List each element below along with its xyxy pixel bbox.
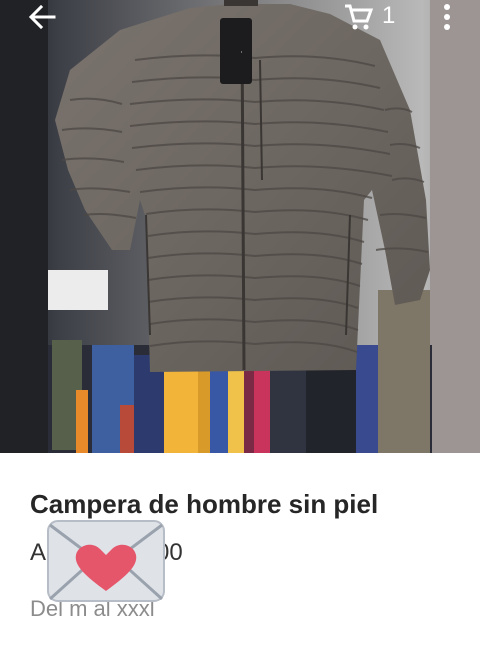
jacket-image: · [0,0,480,453]
more-vertical-icon[interactable] [437,2,457,32]
app-toolbar: 1 [0,0,480,36]
product-title: Campera de hombre sin piel [30,489,379,519]
svg-text:·: · [237,51,246,54]
shopping-cart-icon[interactable] [343,3,374,31]
envelope-heart-icon [44,517,168,605]
product-photo[interactable]: · [0,0,480,453]
cart-count[interactable]: 1 [382,2,395,30]
arrow-left-icon[interactable] [26,2,58,32]
